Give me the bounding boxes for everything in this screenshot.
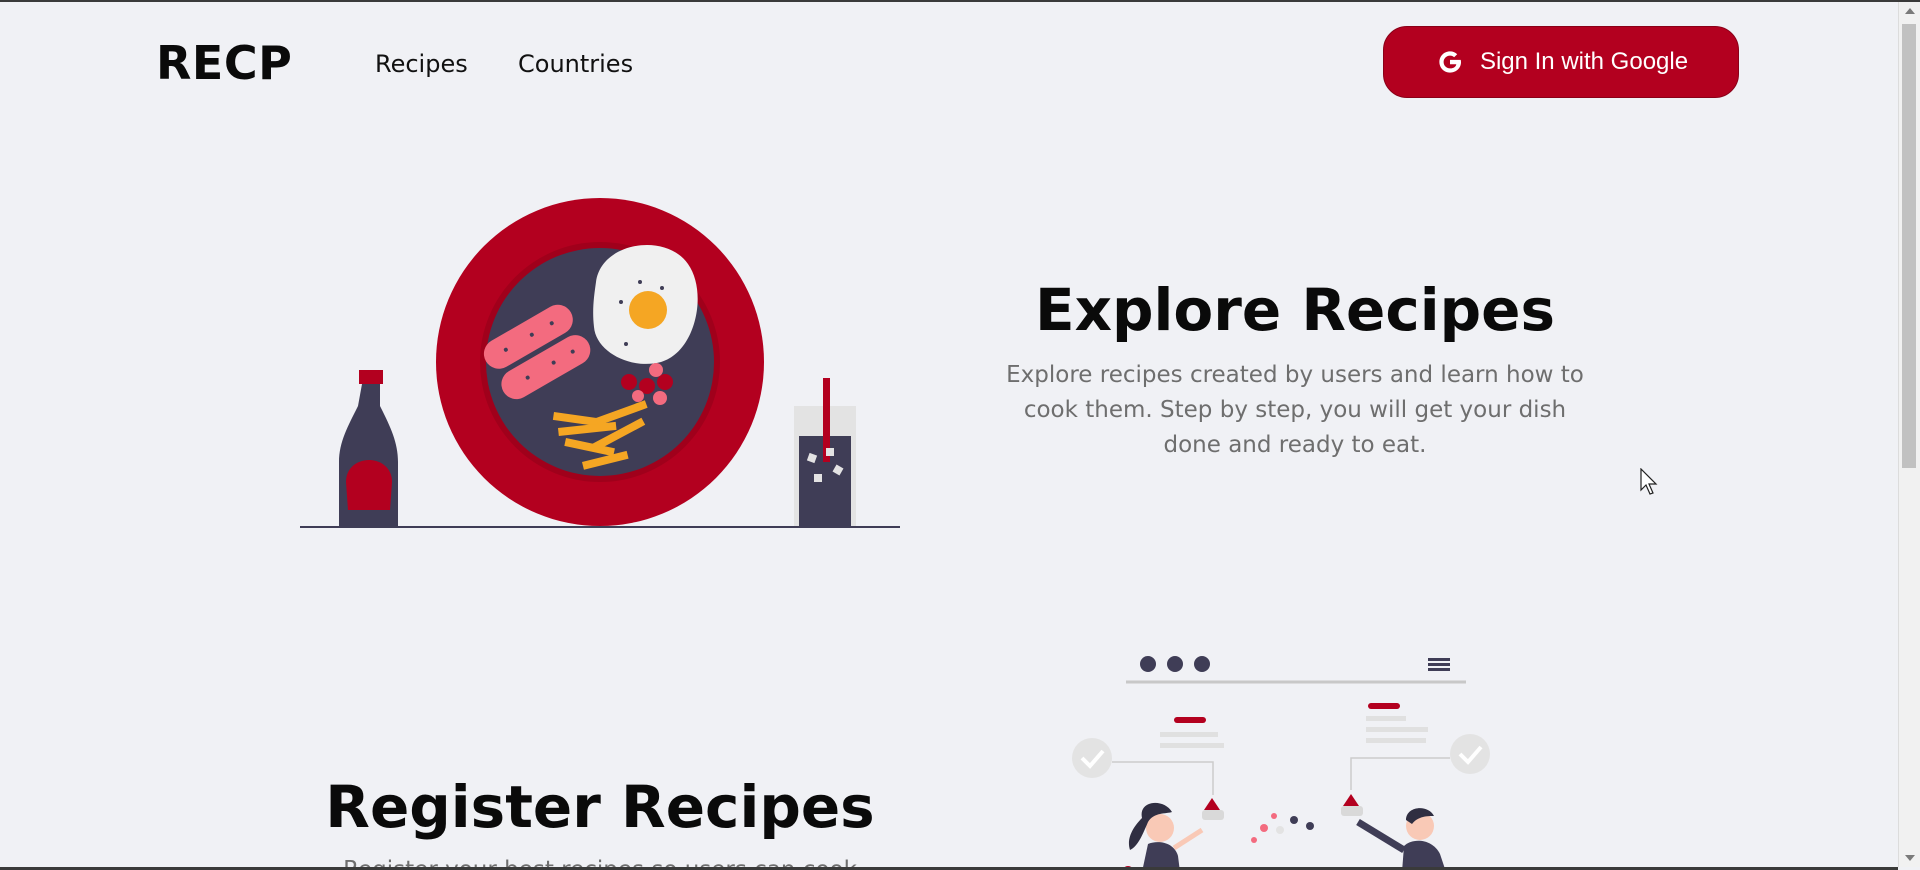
ketchup-bottle-icon <box>339 370 398 526</box>
google-signin-label: Sign In with Google <box>1479 48 1689 75</box>
scroll-up-arrow-icon[interactable] <box>1905 8 1915 14</box>
page-viewport: RECP Recipes Countries Sign In with Goog… <box>0 2 1898 867</box>
drink-glass-icon <box>794 378 856 526</box>
scroll-down-arrow-icon[interactable] <box>1905 855 1915 861</box>
google-signin-button[interactable]: Sign In with Google <box>1383 26 1739 98</box>
people-sharing-illustration <box>1072 656 1490 867</box>
check-badge-left-icon <box>1072 738 1112 778</box>
site-logo[interactable]: RECP <box>156 36 292 90</box>
mouse-pointer-icon <box>1640 468 1658 495</box>
check-badge-right-icon <box>1450 734 1490 774</box>
menu-icon <box>1428 658 1450 671</box>
nav-recipes-link[interactable]: Recipes <box>375 50 468 78</box>
google-icon <box>1439 51 1461 73</box>
breakfast-plate-illustration <box>300 198 900 528</box>
man-figure-icon <box>1356 808 1445 867</box>
vertical-scrollbar[interactable] <box>1898 2 1920 867</box>
register-recipes-description: Register your best recipes so users can … <box>300 853 900 867</box>
woman-figure-icon <box>1124 802 1204 867</box>
explore-recipes-title: Explore Recipes <box>1034 276 1556 344</box>
plate-icon <box>436 198 764 526</box>
register-recipes-title: Register Recipes <box>325 773 875 841</box>
explore-recipes-description: Explore recipes created by users and lea… <box>1006 362 1584 458</box>
scrollbar-thumb[interactable] <box>1902 24 1916 468</box>
nav-countries-link[interactable]: Countries <box>518 50 633 78</box>
